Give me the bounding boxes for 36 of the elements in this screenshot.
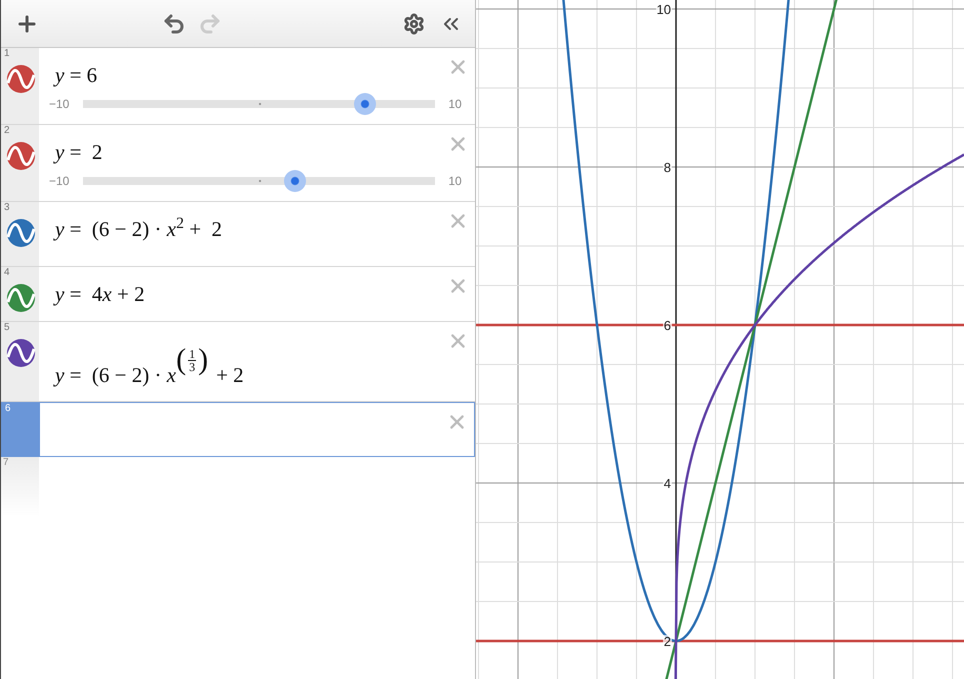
slider-max-label: 10 [448, 96, 462, 112]
row-number: 4 [4, 268, 11, 278]
math-expression[interactable]: y = 4x + 2 [55, 279, 475, 310]
graph-style-icon[interactable] [6, 218, 36, 248]
math-expression[interactable]: y = 6 [55, 60, 475, 92]
slider-min-label: −10 [49, 96, 70, 112]
row-number: 6 [5, 404, 12, 414]
axis-tick-label: 6 [662, 319, 672, 332]
row-number: 1 [4, 49, 11, 59]
axis-tick-label: 2 [662, 635, 672, 648]
slider-thumb[interactable] [354, 92, 376, 114]
slider-max-label: 10 [448, 172, 462, 190]
row-number: 3 [4, 203, 11, 213]
axis-tick-label: 8 [662, 161, 672, 174]
expression-row[interactable]: 4 y = 4x + 2 [1, 267, 475, 322]
redo-icon [198, 12, 222, 36]
undo-button[interactable] [162, 12, 186, 36]
row-number: 2 [4, 126, 11, 136]
graph-style-icon[interactable] [6, 338, 36, 368]
axis-tick-label: 10 [656, 3, 672, 16]
graph-style-icon[interactable] [6, 141, 36, 171]
undo-icon [162, 12, 186, 36]
graph-drawing[interactable] [476, 0, 964, 679]
axis-tick-label: 4 [662, 477, 672, 490]
settings-icon [403, 12, 425, 34]
expression-row[interactable]: 2 y = 2 −10 10 [1, 125, 475, 202]
slider-min-label: −10 [49, 172, 70, 190]
row-number: 5 [4, 323, 11, 333]
expression-row[interactable]: 3 y = (6 − 2) · x$^{2}$ + 2 [1, 202, 475, 267]
graph-style-icon[interactable] [6, 283, 36, 313]
settings-button[interactable] [403, 12, 425, 34]
expression-row[interactable]: 1 y = 6 −10 10 [1, 48, 475, 125]
math-expression[interactable]: y = 2 [55, 137, 475, 168]
graph-style-icon[interactable] [6, 64, 36, 94]
math-expression[interactable]: y = (6 − 2) · x$^{2}$ + 2 [55, 214, 475, 246]
slider-thumb[interactable] [284, 170, 306, 192]
